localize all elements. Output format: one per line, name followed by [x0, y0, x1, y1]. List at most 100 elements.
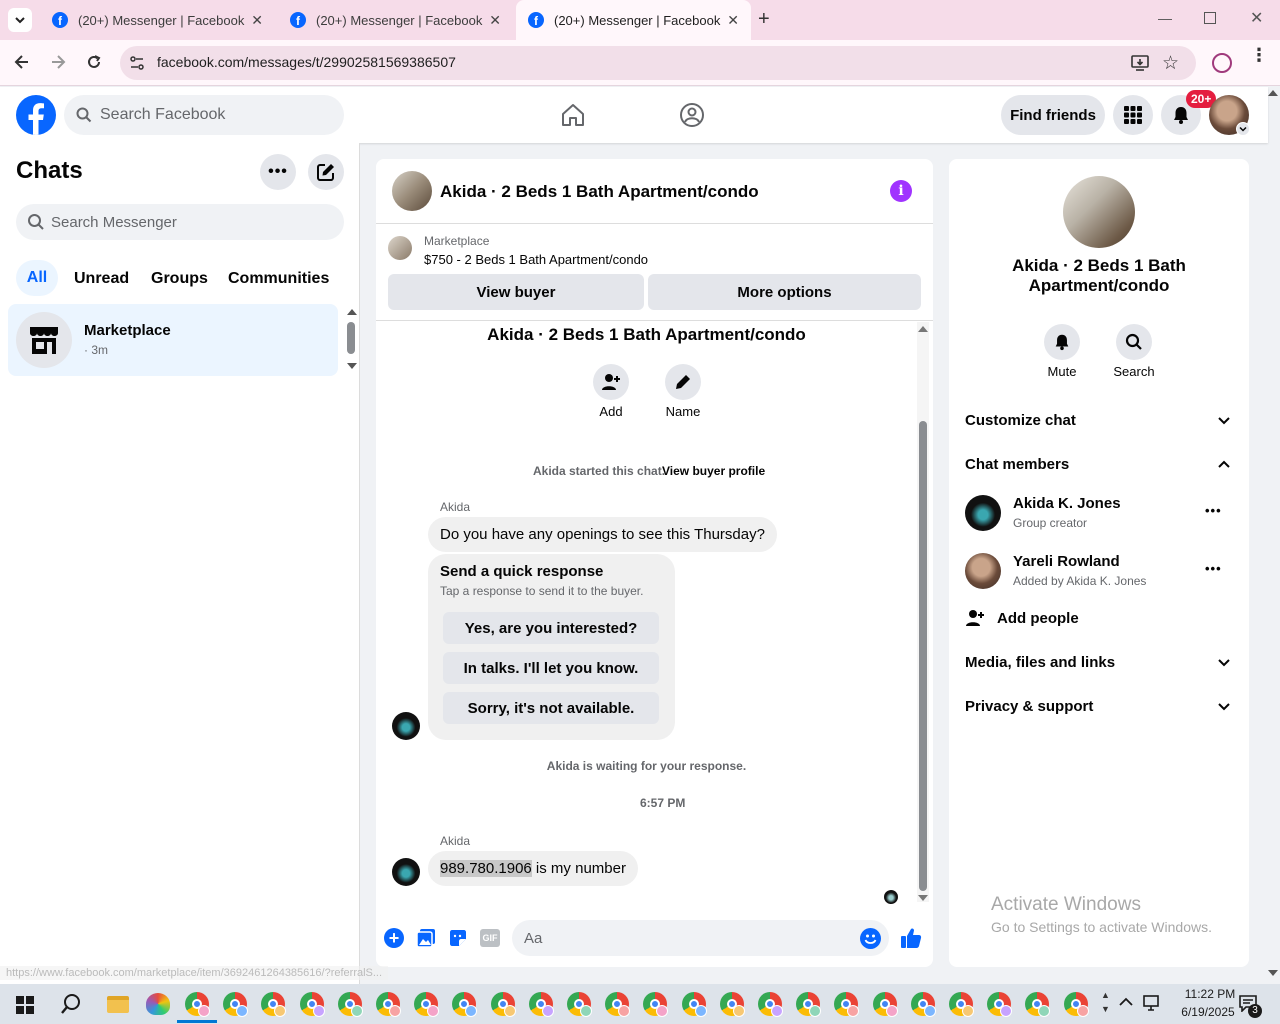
member-avatar[interactable]	[965, 553, 1001, 589]
chrome-taskbar-icon[interactable]	[910, 992, 936, 1017]
filter-unread-chip[interactable]: Unread	[74, 270, 129, 288]
home-icon[interactable]	[560, 102, 586, 128]
filter-groups-chip[interactable]: Groups	[151, 270, 208, 288]
site-info-icon[interactable]	[128, 54, 146, 72]
close-icon[interactable]: ✕	[489, 12, 501, 29]
chrome-taskbar-icon[interactable]	[490, 992, 516, 1017]
view-buyer-profile-link[interactable]: View buyer profile	[662, 464, 765, 478]
windows-start-icon[interactable]	[16, 996, 34, 1014]
scroll-up-icon[interactable]	[918, 326, 928, 332]
clock-date[interactable]: 6/19/2025	[1168, 1005, 1248, 1019]
emoji-icon[interactable]	[860, 928, 881, 949]
restore-button[interactable]	[1204, 12, 1216, 24]
scroll-down-icon[interactable]	[918, 895, 928, 901]
member-options-button[interactable]: •••	[1205, 503, 1222, 518]
quick-response-option[interactable]: Sorry, it's not available.	[443, 692, 659, 724]
browser-tab-active[interactable]: f (20+) Messenger | Facebook ✕	[516, 0, 751, 40]
close-icon[interactable]: ✕	[727, 12, 739, 29]
chrome-taskbar-icon[interactable]	[872, 992, 898, 1017]
new-tab-button[interactable]: +	[758, 8, 770, 31]
search-conversation-button[interactable]	[1116, 324, 1152, 360]
tray-scroll-icon[interactable]: ▲ ▼	[1101, 988, 1110, 1016]
sender-avatar[interactable]	[392, 858, 420, 886]
chrome-taskbar-icon[interactable]	[949, 992, 974, 1017]
privacy-support-row[interactable]: Privacy & support	[957, 690, 1241, 724]
quick-response-option[interactable]: In talks. I'll let you know.	[443, 652, 659, 684]
chrome-taskbar-icon[interactable]	[1063, 992, 1089, 1017]
chrome-taskbar-icon[interactable]	[299, 992, 325, 1017]
chrome-taskbar-icon[interactable]	[643, 992, 669, 1017]
message-bubble[interactable]: 989.780.1906 is my number	[428, 851, 638, 886]
chat-members-row[interactable]: Chat members	[957, 448, 1241, 482]
phone-number-selected[interactable]: 989.780.1906	[440, 860, 532, 877]
chrome-taskbar-icon[interactable]	[567, 992, 592, 1017]
chrome-taskbar-icon[interactable]	[605, 992, 631, 1017]
chrome-taskbar-icon[interactable]	[758, 992, 783, 1017]
back-icon[interactable]	[12, 52, 32, 72]
clock-time[interactable]: 11:22 PM	[1172, 987, 1248, 1001]
account-chevron-icon[interactable]	[1236, 122, 1250, 136]
browser-tab[interactable]: f (20+) Messenger | Facebook ✕	[278, 0, 513, 40]
chrome-taskbar-icon[interactable]	[987, 992, 1013, 1017]
chrome-taskbar-icon[interactable]	[796, 992, 822, 1017]
paint-app-icon[interactable]	[146, 993, 170, 1015]
name-chat-button[interactable]	[665, 364, 701, 400]
network-icon[interactable]	[1143, 995, 1161, 1011]
member-avatar[interactable]	[965, 495, 1001, 531]
page-scroll-up-icon[interactable]	[1268, 90, 1278, 96]
find-friends-button[interactable]: Find friends	[1001, 95, 1105, 135]
chrome-taskbar-icon[interactable]	[719, 992, 745, 1017]
chrome-taskbar-icon[interactable]	[681, 992, 707, 1017]
tab-list-button[interactable]	[8, 8, 32, 32]
conversation-scrollbar-thumb[interactable]	[919, 421, 927, 891]
sender-avatar[interactable]	[392, 712, 420, 740]
chrome-taskbar-icon[interactable]	[834, 992, 860, 1017]
chrome-taskbar-icon[interactable]	[1025, 992, 1051, 1017]
more-actions-icon[interactable]: +	[384, 928, 404, 948]
chrome-taskbar-icon[interactable]	[376, 992, 401, 1017]
page-scroll-down-icon[interactable]	[1268, 970, 1278, 976]
sidebar-scroll-down-icon[interactable]	[347, 363, 357, 369]
chrome-taskbar-icon[interactable]	[223, 992, 249, 1017]
message-input[interactable]: Aa	[512, 920, 889, 956]
forward-icon[interactable]	[48, 52, 68, 72]
group-photo[interactable]	[1063, 176, 1135, 248]
photo-icon[interactable]	[416, 928, 436, 948]
add-people-row[interactable]: Add people	[957, 604, 1241, 634]
facebook-search-input[interactable]: Search Facebook	[64, 95, 344, 135]
chrome-taskbar-icon[interactable]	[261, 992, 287, 1017]
conversation-title[interactable]: Akida · 2 Beds 1 Bath Apartment/condo	[440, 182, 759, 202]
chrome-taskbar-icon[interactable]	[414, 992, 440, 1017]
chrome-taskbar-icon[interactable]	[452, 992, 478, 1017]
browser-menu-icon[interactable]: ⋮	[1250, 46, 1268, 64]
tray-overflow-icon[interactable]	[1118, 996, 1134, 1008]
more-options-button[interactable]: More options	[648, 274, 921, 310]
menu-grid-button[interactable]	[1113, 95, 1153, 135]
member-name[interactable]: Yareli Rowland	[1013, 553, 1120, 570]
sticker-icon[interactable]	[448, 928, 468, 948]
messenger-search-input[interactable]: Search Messenger	[16, 204, 344, 240]
sidebar-scroll-up-icon[interactable]	[347, 309, 357, 315]
view-buyer-button[interactable]: View buyer	[388, 274, 644, 310]
file-explorer-icon[interactable]	[107, 996, 129, 1013]
browser-tab[interactable]: f (20+) Messenger | Facebook ✕	[40, 0, 275, 40]
like-icon[interactable]	[899, 926, 923, 950]
reload-icon[interactable]	[84, 52, 104, 72]
mute-button[interactable]	[1044, 324, 1080, 360]
chrome-taskbar-icon[interactable]	[528, 992, 554, 1017]
minimize-button[interactable]: —	[1158, 10, 1172, 26]
chats-options-button[interactable]: •••	[260, 154, 296, 190]
taskbar-search-icon[interactable]	[60, 993, 82, 1015]
conversation-avatar[interactable]	[392, 171, 432, 211]
chrome-taskbar-icon[interactable]	[185, 992, 210, 1017]
add-member-button[interactable]	[593, 364, 629, 400]
message-bubble[interactable]: Do you have any openings to see this Thu…	[428, 517, 777, 552]
install-app-icon[interactable]	[1130, 54, 1150, 72]
listing-text[interactable]: $750 - 2 Beds 1 Bath Apartment/condo	[424, 252, 648, 267]
close-icon[interactable]: ✕	[251, 12, 263, 29]
bookmark-star-icon[interactable]: ☆	[1162, 52, 1179, 75]
customize-chat-row[interactable]: Customize chat	[957, 404, 1241, 438]
chrome-taskbar-icon[interactable]	[337, 992, 363, 1017]
member-options-button[interactable]: •••	[1205, 561, 1222, 576]
facebook-logo[interactable]	[16, 95, 56, 135]
